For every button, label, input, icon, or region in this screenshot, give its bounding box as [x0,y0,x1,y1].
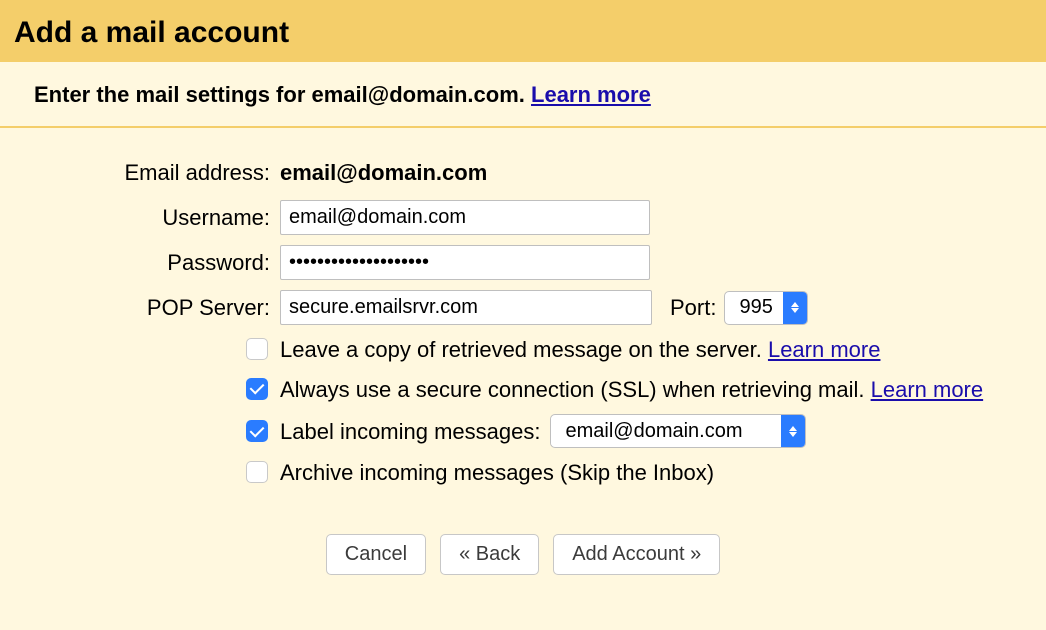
email-label: Email address: [0,160,280,186]
label-incoming-text: Label incoming messages: [280,417,540,447]
label-incoming-checkbox[interactable] [246,420,268,442]
archive-checkbox[interactable] [246,461,268,483]
leave-copy-checkbox[interactable] [246,338,268,360]
cancel-button[interactable]: Cancel [326,534,426,575]
row-email: Email address: email@domain.com [0,156,1046,190]
ssl-text: Always use a secure connection (SSL) whe… [280,377,871,402]
popserver-input[interactable] [280,290,652,325]
back-button[interactable]: « Back [440,534,539,575]
popserver-label: POP Server: [0,295,280,321]
instruction-text: Enter the mail settings for email@domain… [34,82,651,107]
port-value: 995 [725,296,782,319]
row-popserver: POP Server: Port: 995 [0,290,1046,325]
password-input[interactable] [280,245,650,280]
username-input[interactable] [280,200,650,235]
port-select[interactable]: 995 [724,291,807,325]
learn-more-link[interactable]: Learn more [531,82,651,107]
add-account-button[interactable]: Add Account » [553,534,720,575]
option-label-incoming: Label incoming messages: email@domain.co… [0,414,1046,448]
port-label: Port: [670,295,716,321]
button-row: Cancel « Back Add Account » [0,534,1046,575]
label-incoming-value: email@domain.com [551,418,781,445]
leave-copy-text: Leave a copy of retrieved message on the… [280,337,768,362]
select-arrows-icon [781,415,805,447]
option-ssl: Always use a secure connection (SSL) whe… [0,375,1046,405]
row-username: Username: [0,200,1046,235]
password-label: Password: [0,250,280,276]
archive-text: Archive incoming messages (Skip the Inbo… [280,460,714,485]
form-area: Email address: email@domain.com Username… [0,128,1046,575]
dialog-header: Add a mail account [0,0,1046,62]
dialog-content: Enter the mail settings for email@domain… [0,62,1046,630]
leave-copy-learn-more-link[interactable]: Learn more [768,337,881,362]
ssl-checkbox[interactable] [246,378,268,400]
option-archive: Archive incoming messages (Skip the Inbo… [0,458,1046,488]
instruction-bar: Enter the mail settings for email@domain… [0,62,1046,128]
email-value: email@domain.com [280,160,487,186]
ssl-learn-more-link[interactable]: Learn more [871,377,984,402]
dialog-title: Add a mail account [14,16,1032,50]
option-leave-copy: Leave a copy of retrieved message on the… [0,335,1046,365]
select-arrows-icon [783,292,807,324]
row-password: Password: [0,245,1046,280]
username-label: Username: [0,205,280,231]
label-incoming-select[interactable]: email@domain.com [550,414,806,448]
